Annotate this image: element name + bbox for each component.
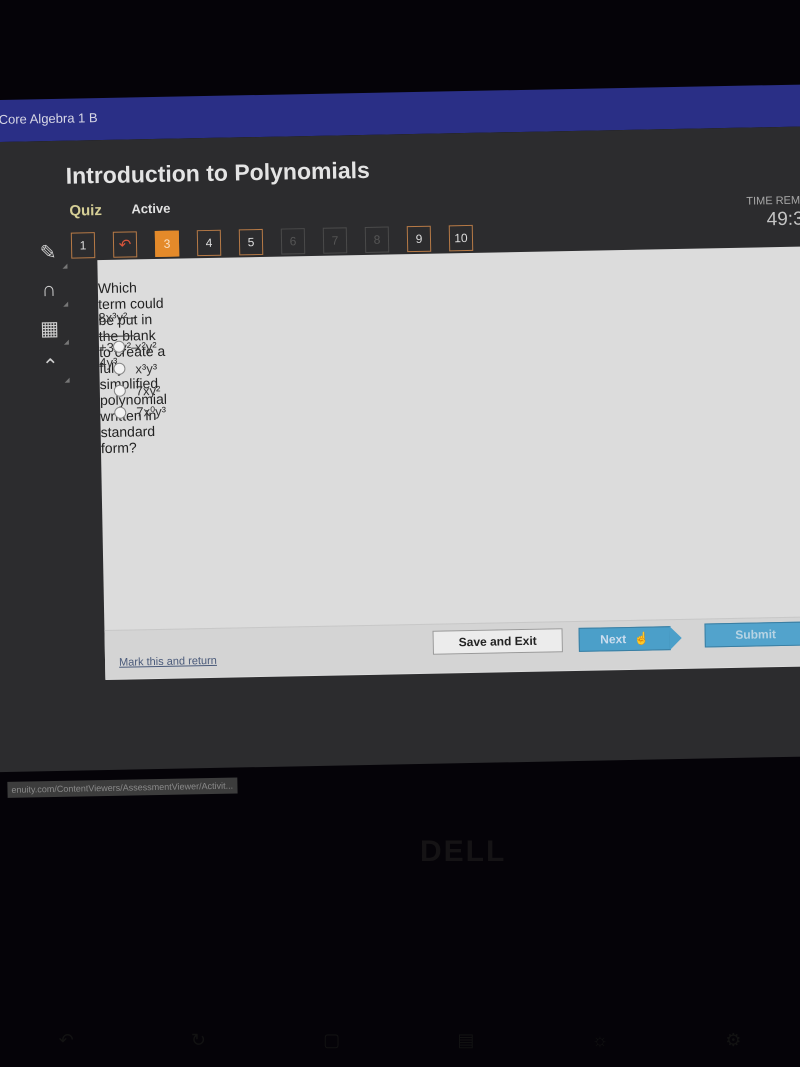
status-bar-url: enuity.com/ContentViewers/AssessmentView…: [7, 777, 238, 798]
question-nav-9[interactable]: 9: [406, 225, 432, 253]
question-nav-7: 7: [322, 227, 348, 254]
radio-button[interactable]: [113, 362, 126, 375]
screen: Core Algebra 1 B Introduction to Polynom…: [0, 0, 800, 800]
settings-icon: ⚙: [725, 1030, 742, 1050]
question-nav-6: 6: [280, 228, 306, 255]
next-button[interactable]: Next ☝: [578, 626, 671, 652]
headphones-icon[interactable]: ∩: [28, 271, 71, 310]
option-label: x²y²: [134, 338, 157, 354]
brightness-icon: ☼: [591, 1030, 609, 1050]
save-and-exit-button[interactable]: Save and Exit: [432, 628, 563, 655]
activity-type: Quiz: [69, 202, 103, 220]
question-nav-10[interactable]: 10: [448, 224, 474, 252]
refresh-icon: ↻: [190, 1030, 206, 1050]
option-label: 7x⁰y³: [136, 403, 167, 420]
assessment-area: Introduction to Polynomials Quiz Active …: [0, 126, 800, 773]
radio-button[interactable]: [114, 406, 127, 419]
radio-button[interactable]: [113, 384, 126, 397]
back-arrow-icon[interactable]: ↶: [112, 231, 138, 258]
timer-value: 49:3: [766, 208, 800, 231]
overview-icon: ▤: [457, 1030, 475, 1050]
pencil-icon[interactable]: ✎: [27, 233, 70, 272]
mark-and-return-link[interactable]: Mark this and return: [119, 655, 217, 669]
hand-pointer-icon: ☝: [634, 631, 650, 646]
question-nav-1[interactable]: 1: [70, 232, 96, 259]
question-nav-5[interactable]: 5: [238, 228, 264, 256]
answer-options: x²y² x³y³ 7xy² 7x⁰y³: [112, 335, 166, 424]
question-nav-8: 8: [364, 226, 390, 253]
taskbar: ↶ ↻ ▢ ▤ ☼ ⚙: [0, 1030, 800, 1051]
question-nav-4[interactable]: 4: [196, 229, 222, 257]
question-panel: Which term could be put in the blank to …: [97, 246, 800, 681]
calculator-icon[interactable]: ▦: [28, 309, 71, 348]
activity-status: Active: [131, 200, 171, 217]
answer-option[interactable]: x²y²: [112, 335, 165, 358]
collapse-up-icon[interactable]: ⌃: [29, 347, 72, 386]
expression-start: 8x³y²–: [98, 309, 135, 326]
next-label: Next: [600, 632, 627, 647]
answer-option[interactable]: x³y³: [113, 357, 165, 380]
activity-title: Introduction to Polynomials: [65, 156, 371, 189]
timer-label: TIME REM: [746, 194, 800, 208]
window-icon: ▢: [323, 1030, 341, 1050]
course-title: Core Algebra 1 B: [0, 110, 98, 127]
question-nav-3[interactable]: 3: [154, 230, 180, 257]
option-label: x³y³: [135, 360, 158, 376]
tool-sidebar: ✎ ∩ ▦ ⌃: [27, 233, 72, 386]
answer-option[interactable]: 7x⁰y³: [114, 401, 166, 424]
radio-button[interactable]: [112, 340, 126, 353]
submit-button[interactable]: Submit: [704, 621, 800, 648]
option-label: 7xy²: [135, 382, 161, 398]
back-icon: ↶: [58, 1030, 74, 1050]
dell-logo: DELL: [420, 835, 507, 868]
answer-option[interactable]: 7xy²: [113, 379, 166, 402]
